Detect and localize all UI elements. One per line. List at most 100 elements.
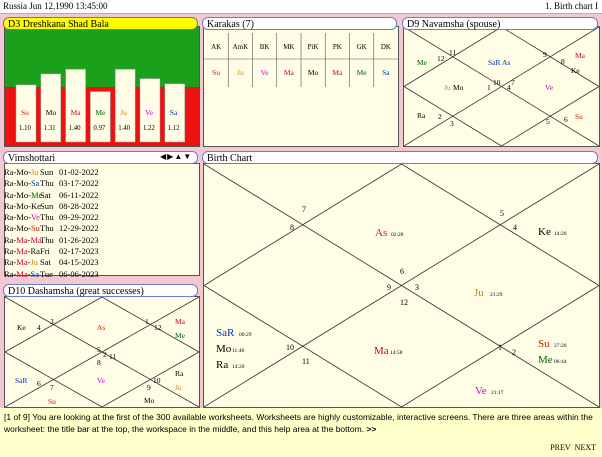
dasha-row[interactable]: Ra-Mo-Sa Thu 03-17-2022 bbox=[4, 178, 194, 189]
up-arrow-icon[interactable]: ▲ bbox=[174, 152, 183, 161]
shadbala-value: 1.31 bbox=[44, 125, 56, 132]
dasha-maha: Ra bbox=[4, 200, 14, 211]
navamsha-title[interactable]: D9 Navamsha (spouse) bbox=[402, 17, 598, 30]
karakas-header: DK bbox=[381, 43, 391, 51]
birthchart-title[interactable]: Birth Chart bbox=[202, 151, 598, 164]
dasha-date: 09-29-2022 bbox=[59, 212, 99, 223]
dashamsha-chart[interactable]: Ke 43 As 1 12 Ma Me 528 11 SaR 6 7 Su Ve 910 Mo Ra Ju bbox=[4, 296, 200, 408]
karakas-planet: Sa bbox=[382, 68, 390, 77]
dasha-maha: Ra bbox=[4, 167, 14, 177]
dasha-date: 01-02-2022 bbox=[59, 167, 99, 177]
birth-label: 7 bbox=[302, 205, 306, 214]
dasha-antar: Mo bbox=[16, 189, 29, 200]
dasha-row[interactable]: Ra-Mo-Ke Sun 08-28-2022 bbox=[4, 201, 194, 212]
navamsha-label: Ve bbox=[545, 83, 554, 92]
birth-label: 2 bbox=[512, 348, 516, 357]
dasha-date: 06-06-2023 bbox=[59, 268, 99, 279]
karakas-planet: Su bbox=[212, 68, 220, 77]
dasha-pratyantar: Ju bbox=[30, 257, 39, 268]
dashamsha-label: Ra bbox=[175, 369, 184, 378]
dasha-day: Tue bbox=[40, 268, 53, 279]
dasha-row[interactable]: Ra-Mo-Ju Sun 01-02-2022 bbox=[4, 167, 194, 178]
navamsha-chart[interactable]: Me 1211SaR As9 Ma8KeJu Mo 11047VeRa 23 5 6 Su bbox=[403, 26, 600, 147]
dasha-row[interactable]: Ra-Mo-Ve Thu 09-29-2022 bbox=[4, 212, 194, 223]
dashamsha-label: Me bbox=[175, 331, 186, 340]
dasha-row[interactable]: Ra-Mo-Su Thu 12-29-2022 bbox=[4, 223, 194, 234]
dasha-antar: Ma bbox=[16, 268, 28, 279]
shadbala-value: 0.97 bbox=[93, 125, 105, 132]
birth-degree: 06:44 bbox=[554, 359, 567, 365]
chart-info: Russia Jun 12,1990 13:45:00 bbox=[3, 1, 108, 11]
vimshottari-nav: ◀▶▲▼ bbox=[160, 152, 192, 161]
navamsha-label: SaR As bbox=[488, 58, 510, 67]
birth-label: Ke bbox=[538, 226, 551, 238]
dasha-antar: Mo bbox=[16, 200, 29, 211]
dasha-date: 01-26-2023 bbox=[59, 234, 99, 245]
birth-label: Su bbox=[538, 338, 550, 350]
navamsha-label: 9 bbox=[543, 50, 547, 59]
birth-label: As bbox=[375, 227, 387, 239]
birth-label: 5 bbox=[500, 209, 504, 218]
dasha-maha: Ra bbox=[4, 189, 14, 200]
karakas-planet: Ma bbox=[284, 68, 295, 77]
karakas-title[interactable]: Karakas (7) bbox=[202, 17, 397, 30]
next-button[interactable]: NEXT bbox=[575, 443, 596, 452]
dasha-day: Sun bbox=[40, 200, 54, 211]
birth-label: 10 bbox=[286, 343, 294, 352]
birth-label: Ju bbox=[474, 287, 484, 299]
more-link[interactable]: >> bbox=[366, 424, 376, 434]
navamsha-label: 3 bbox=[450, 119, 454, 128]
birth-degree: 21:29 bbox=[490, 292, 503, 298]
dasha-antar: Ma bbox=[16, 257, 28, 268]
shadbala-value: 1.40 bbox=[118, 125, 130, 132]
help-area: [1 of 9] You are looking at the first of… bbox=[0, 408, 602, 457]
birth-label: 11 bbox=[302, 357, 310, 366]
dashamsha-label: Ma bbox=[175, 317, 186, 326]
shadbala-planet: Sa bbox=[170, 108, 178, 117]
dasha-pratyantar: Ve bbox=[30, 212, 40, 223]
birth-degree: 14:20 bbox=[232, 364, 245, 370]
dasha-row[interactable]: Ra-Ma-Ju Sat 04-15-2023 bbox=[4, 257, 194, 268]
navamsha-label: Mo bbox=[453, 83, 464, 92]
birth-label: 4 bbox=[513, 223, 517, 232]
dasha-day: Sun bbox=[40, 167, 54, 177]
shadbala-planet: Ma bbox=[71, 108, 82, 117]
dashamsha-label: 8 bbox=[97, 358, 101, 367]
karakas-header: MK bbox=[283, 43, 294, 51]
birth-label: 8 bbox=[290, 223, 294, 232]
dashamsha-label: SaR bbox=[15, 376, 28, 385]
birth-degree: 00:29 bbox=[239, 332, 252, 338]
navamsha-label: 10 bbox=[493, 78, 501, 87]
shadbala-planet: Me bbox=[95, 108, 106, 117]
dashamsha-title[interactable]: D10 Dashamsha (great successes) bbox=[3, 284, 198, 297]
dasha-row[interactable]: Ra-Ma-Ra Fri 02-17-2023 bbox=[4, 246, 194, 257]
dasha-date: 02-17-2023 bbox=[59, 246, 99, 257]
dasha-row[interactable]: Ra-Mo-Me Sat 06-11-2022 bbox=[4, 190, 194, 201]
shadbala-title[interactable]: D3 Dreshkana Shad Bala bbox=[3, 17, 198, 30]
prev-button[interactable]: PREV bbox=[550, 443, 570, 452]
help-text: [1 of 9] You are looking at the first of… bbox=[4, 412, 593, 434]
navamsha-label: Me bbox=[417, 58, 428, 67]
dasha-maha: Ra bbox=[4, 257, 14, 268]
birth-label: Ve bbox=[475, 385, 487, 397]
dashamsha-label: 2 bbox=[103, 350, 107, 359]
birth-degree: 27:20 bbox=[554, 343, 567, 349]
shadbala-planet: Mo bbox=[46, 108, 57, 117]
dasha-row[interactable]: Ra-Ma-Ma Thu 01-26-2023 bbox=[4, 235, 194, 246]
worksheet-name[interactable]: 1. Birth chart I bbox=[545, 0, 598, 13]
dasha-pratyantar: Ra bbox=[30, 246, 40, 257]
down-arrow-icon[interactable]: ▼ bbox=[183, 152, 192, 161]
dasha-maha: Ra bbox=[4, 246, 14, 257]
navamsha-label: 11 bbox=[449, 48, 456, 57]
dasha-antar: Ma bbox=[16, 246, 28, 257]
dasha-antar: Mo bbox=[16, 167, 29, 177]
shadbala-planet: Ju bbox=[120, 108, 127, 117]
dashamsha-label: 12 bbox=[154, 323, 162, 332]
dasha-date: 04-15-2023 bbox=[59, 257, 99, 268]
dasha-pratyantar: Sa bbox=[30, 178, 40, 189]
dashamsha-label: Su bbox=[48, 397, 56, 406]
navamsha-label: Ra bbox=[417, 111, 426, 120]
karakas-planet: Ju bbox=[237, 68, 244, 77]
birth-chart[interactable]: 78 As 02:2854 Ke 14:2069 312Ju 21:29SaR 00:29Mo… bbox=[203, 163, 600, 408]
dasha-row[interactable]: Ra-Ma-Sa Tue 06-06-2023 bbox=[4, 269, 194, 280]
